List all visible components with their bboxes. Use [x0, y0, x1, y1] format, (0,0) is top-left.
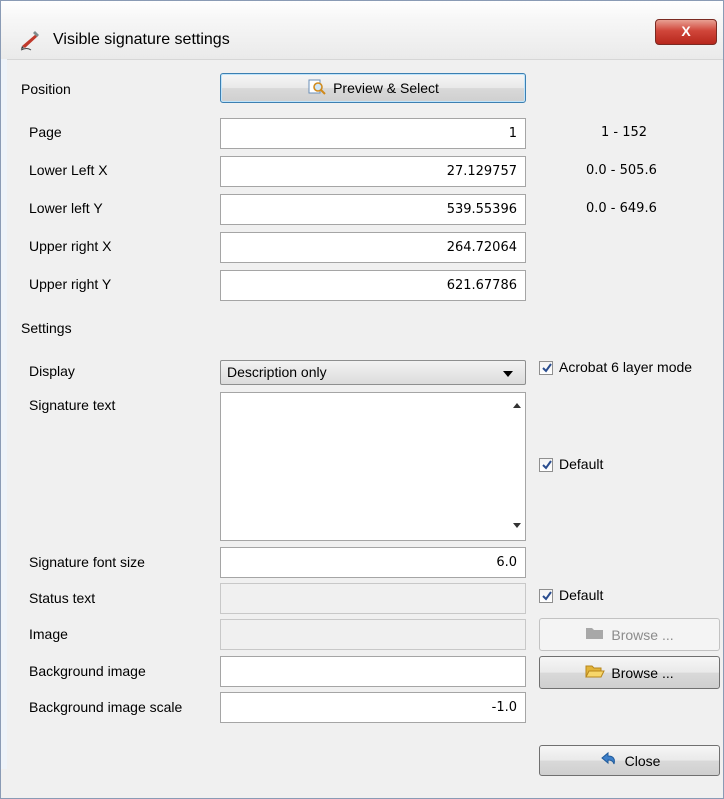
- close-button-label: Close: [624, 752, 661, 769]
- lower-left-y-label: Lower left Y: [29, 200, 103, 216]
- window-title: Visible signature settings: [53, 31, 230, 48]
- close-button[interactable]: Close: [539, 745, 720, 776]
- status-default-checkbox[interactable]: [539, 589, 553, 603]
- background-scale-field[interactable]: -1.0: [220, 692, 526, 723]
- image-browse-button[interactable]: Browse ...: [539, 618, 720, 651]
- scroll-down-icon[interactable]: [513, 523, 521, 528]
- position-section-label: Position: [21, 81, 71, 97]
- image-field[interactable]: [220, 619, 526, 650]
- settings-section-label: Settings: [21, 320, 72, 336]
- lower-left-y-range: 0.0 - 649.6: [586, 201, 657, 216]
- status-text-label: Status text: [29, 590, 96, 606]
- window-close-button[interactable]: X: [655, 19, 717, 45]
- font-size-label: Signature font size: [29, 554, 145, 570]
- background-browse-label: Browse ...: [611, 664, 674, 681]
- upper-right-y-label: Upper right Y: [29, 276, 112, 292]
- signature-text-scrollbar[interactable]: [508, 393, 525, 540]
- signature-pen-icon: [19, 29, 41, 51]
- signature-default-label: Default: [559, 456, 604, 472]
- acrobat-layer-checkbox[interactable]: [539, 361, 553, 375]
- signature-text-area[interactable]: [220, 392, 526, 541]
- page-range: 1 - 152: [601, 125, 648, 140]
- preview-select-label: Preview & Select: [333, 80, 439, 96]
- magnifier-icon: [307, 78, 327, 99]
- chevron-down-icon: [503, 371, 513, 377]
- image-label: Image: [29, 626, 68, 642]
- background-browse-button[interactable]: Browse ...: [539, 656, 720, 689]
- page-field[interactable]: 1: [220, 118, 526, 149]
- undo-arrow-icon: [599, 751, 619, 770]
- lower-left-x-field[interactable]: 27.129757: [220, 156, 526, 187]
- font-size-field[interactable]: 6.0: [220, 547, 526, 578]
- signature-settings-dialog: Visible signature settings X Position Pr…: [0, 0, 724, 799]
- display-combobox[interactable]: Description only: [220, 360, 526, 385]
- folder-icon: [585, 625, 605, 644]
- signature-default-checkbox[interactable]: [539, 458, 553, 472]
- background-scale-label: Background image scale: [29, 699, 183, 715]
- close-icon: X: [681, 23, 691, 39]
- scroll-up-icon[interactable]: [513, 403, 521, 408]
- background-image-label: Background image: [29, 663, 146, 679]
- image-browse-label: Browse ...: [611, 626, 674, 643]
- window-left-edge: [1, 59, 7, 769]
- display-label: Display: [29, 363, 75, 379]
- upper-right-y-field[interactable]: 621.67786: [220, 270, 526, 301]
- status-default-label: Default: [559, 587, 604, 603]
- folder-open-icon: [585, 663, 606, 682]
- signature-text-label: Signature text: [29, 397, 116, 413]
- preview-select-button[interactable]: Preview & Select: [220, 73, 526, 103]
- lower-left-y-field[interactable]: 539.55396: [220, 194, 526, 225]
- upper-right-x-field[interactable]: 264.72064: [220, 232, 526, 263]
- lower-left-x-label: Lower Left X: [29, 162, 108, 178]
- background-image-field[interactable]: [220, 656, 526, 687]
- title-bar[interactable]: Visible signature settings X: [1, 1, 723, 60]
- lower-left-x-range: 0.0 - 505.6: [586, 163, 657, 178]
- page-label: Page: [29, 124, 62, 140]
- upper-right-x-label: Upper right X: [29, 238, 112, 254]
- status-text-field[interactable]: [220, 583, 526, 614]
- display-value: Description only: [227, 364, 327, 380]
- acrobat-layer-label: Acrobat 6 layer mode: [559, 359, 693, 375]
